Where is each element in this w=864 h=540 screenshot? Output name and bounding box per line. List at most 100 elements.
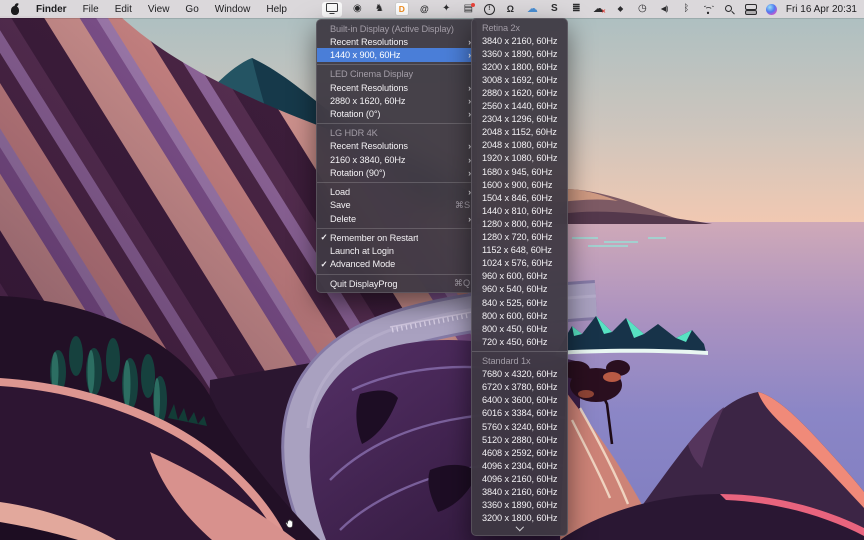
menu-item-label: Recent Resolutions	[330, 83, 408, 93]
resolution-item-2048-x-1080-60hz[interactable]: 2048 x 1080, 60Hz	[472, 139, 567, 152]
s-icon[interactable]: S	[548, 1, 561, 17]
resolution-item-4608-x-2592-60hz[interactable]: 4608 x 2592, 60Hz	[472, 446, 567, 459]
resolution-item-1280-x-720-60hz[interactable]: 1280 x 720, 60Hz	[472, 231, 567, 244]
at-icon[interactable]: @	[418, 1, 431, 17]
menubar-item-edit[interactable]: Edit	[115, 4, 132, 15]
displayprog-icon[interactable]: D	[395, 2, 409, 16]
menu-item-delete[interactable]: Delete›	[317, 212, 476, 225]
menu-item-2880-x-1620-60hz[interactable]: 2880 x 1620, 60Hz›	[317, 94, 476, 107]
resolution-item-1600-x-900-60hz[interactable]: 1600 x 900, 60Hz	[472, 178, 567, 191]
menu-item-load[interactable]: Load›	[317, 186, 476, 199]
volume-icon[interactable]: ◀)	[658, 1, 671, 17]
resolution-item-1680-x-945-60hz[interactable]: 1680 x 945, 60Hz	[472, 165, 567, 178]
menu-item-recent-resolutions[interactable]: Recent Resolutions›	[317, 140, 476, 153]
menu-item-label: Built-in Display (Active Display)	[330, 24, 454, 34]
menubar-item-view[interactable]: View	[148, 4, 170, 15]
menu-item-rotation-90[interactable]: Rotation (90°)›	[317, 166, 476, 179]
resolution-item-960-x-600-60hz[interactable]: 960 x 600, 60Hz	[472, 270, 567, 283]
menu-item-1440-x-900-60hz[interactable]: 1440 x 900, 60Hz›	[317, 48, 476, 61]
drop-icon[interactable]: ◆	[614, 1, 627, 17]
app-menu-finder[interactable]: Finder	[36, 4, 67, 15]
resolution-item-3008-x-1692-60hz[interactable]: 3008 x 1692, 60Hz	[472, 73, 567, 86]
menu-item-advanced-mode[interactable]: ✓Advanced Mode	[317, 258, 476, 271]
menubar-item-go[interactable]: Go	[185, 4, 198, 15]
resolution-item-800-x-450-60hz[interactable]: 800 x 450, 60Hz	[472, 322, 567, 335]
menu-item-label: LG HDR 4K	[330, 128, 378, 138]
alert-icon[interactable]: !	[484, 4, 495, 15]
resolution-item-1504-x-846-60hz[interactable]: 1504 x 846, 60Hz	[472, 191, 567, 204]
display-menubar-icon[interactable]	[322, 2, 342, 17]
cloud-icon[interactable]: ☁	[526, 1, 539, 17]
checkmark-icon: ✓	[321, 258, 328, 271]
resolution-item-2560-x-1440-60hz[interactable]: 2560 x 1440, 60Hz	[472, 100, 567, 113]
resolution-item-6720-x-3780-60hz[interactable]: 6720 x 3780, 60Hz	[472, 381, 567, 394]
menubar-clock[interactable]: Fri 16 Apr 20:31	[786, 4, 857, 15]
adobe-cc-icon[interactable]: ◉	[351, 1, 364, 17]
menu-item-label: Launch at Login	[330, 246, 394, 256]
resolution-item-2048-x-1152-60hz[interactable]: 2048 x 1152, 60Hz	[472, 126, 567, 139]
menu-item-quit-displayprog[interactable]: Quit DisplayProg⌘Q	[317, 277, 476, 290]
submenu-header-retina-2x: Retina 2x	[472, 21, 567, 34]
resolution-item-2880-x-1620-60hz[interactable]: 2880 x 1620, 60Hz	[472, 86, 567, 99]
menu-item-rotation-0[interactable]: Rotation (0°)›	[317, 107, 476, 120]
shortcut-label: ⌘Q	[454, 277, 470, 290]
menu-separator	[317, 64, 476, 65]
resolution-item-3840-x-2160-60hz[interactable]: 3840 x 2160, 60Hz	[472, 34, 567, 47]
resolution-item-3840-x-2160-60hz[interactable]: 3840 x 2160, 60Hz	[472, 485, 567, 498]
menu-item-label: 2880 x 1620, 60Hz	[330, 96, 405, 106]
resolution-item-5120-x-2880-60hz[interactable]: 5120 x 2880, 60Hz	[472, 433, 567, 446]
resolution-item-3360-x-1890-60hz[interactable]: 3360 x 1890, 60Hz	[472, 47, 567, 60]
menu-item-label: Delete	[330, 214, 356, 224]
menubar-item-help[interactable]: Help	[266, 4, 287, 15]
menu-item-2160-x-3840-60hz[interactable]: 2160 x 3840, 60Hz›	[317, 153, 476, 166]
menu-item-remember-on-restart[interactable]: ✓Remember on Restart	[317, 231, 476, 244]
bluetooth-icon[interactable]: ᛒ	[680, 1, 693, 17]
wifi-icon[interactable]	[702, 3, 714, 16]
resolution-item-1024-x-576-60hz[interactable]: 1024 x 576, 60Hz	[472, 257, 567, 270]
resolution-item-3200-x-1800-60hz[interactable]: 3200 x 1800, 60Hz	[472, 60, 567, 73]
disks-icon[interactable]: ≣	[570, 1, 583, 17]
displayprog-menu: Built-in Display (Active Display)Recent …	[316, 19, 477, 293]
clock-icon[interactable]: ◷	[636, 1, 649, 17]
bird-icon[interactable]: ♞	[373, 1, 386, 17]
scroll-more-chevron-icon[interactable]	[472, 525, 567, 533]
menu-header-led-cinema-display: LED Cinema Display	[317, 68, 476, 81]
resolution-item-1280-x-800-60hz[interactable]: 1280 x 800, 60Hz	[472, 217, 567, 230]
menu-item-label: Advanced Mode	[330, 259, 395, 269]
search-icon[interactable]	[723, 2, 735, 16]
resolution-item-4096-x-2304-60hz[interactable]: 4096 x 2304, 60Hz	[472, 459, 567, 472]
notes-icon[interactable]: ▤	[462, 1, 475, 17]
resolution-item-1152-x-648-60hz[interactable]: 1152 x 648, 60Hz	[472, 244, 567, 257]
resolution-item-5760-x-3240-60hz[interactable]: 5760 x 3240, 60Hz	[472, 420, 567, 433]
resolution-item-1440-x-810-60hz[interactable]: 1440 x 810, 60Hz	[472, 204, 567, 217]
menu-item-label: Recent Resolutions	[330, 37, 408, 47]
menu-separator	[317, 123, 476, 124]
cloud-x-icon[interactable]: ☁	[592, 1, 605, 17]
crosshair-icon[interactable]: ✦	[440, 1, 453, 17]
menubar-item-window[interactable]: Window	[215, 4, 251, 15]
menubar-item-file[interactable]: File	[83, 4, 99, 15]
input-switcher-icon[interactable]	[744, 1, 757, 17]
menu-item-recent-resolutions[interactable]: Recent Resolutions›	[317, 81, 476, 94]
resolution-item-6016-x-3384-60hz[interactable]: 6016 x 3384, 60Hz	[472, 407, 567, 420]
resolution-item-960-x-540-60hz[interactable]: 960 x 540, 60Hz	[472, 283, 567, 296]
resolution-item-6400-x-3600-60hz[interactable]: 6400 x 3600, 60Hz	[472, 394, 567, 407]
menu-item-label: 2160 x 3840, 60Hz	[330, 155, 405, 165]
mouse-cursor	[284, 517, 297, 530]
resolution-item-4096-x-2160-60hz[interactable]: 4096 x 2160, 60Hz	[472, 472, 567, 485]
menu-item-launch-at-login[interactable]: Launch at Login	[317, 245, 476, 258]
resolution-item-840-x-525-60hz[interactable]: 840 x 525, 60Hz	[472, 296, 567, 309]
resolution-item-800-x-600-60hz[interactable]: 800 x 600, 60Hz	[472, 309, 567, 322]
resolution-item-2304-x-1296-60hz[interactable]: 2304 x 1296, 60Hz	[472, 113, 567, 126]
siri-icon[interactable]	[766, 4, 777, 15]
resolution-item-1920-x-1080-60hz[interactable]: 1920 x 1080, 60Hz	[472, 152, 567, 165]
menu-item-save[interactable]: Save⌘S	[317, 199, 476, 212]
resolution-item-7680-x-4320-60hz[interactable]: 7680 x 4320, 60Hz	[472, 368, 567, 381]
resolution-item-3360-x-1890-60hz[interactable]: 3360 x 1890, 60Hz	[472, 499, 567, 512]
resolution-item-720-x-450-60hz[interactable]: 720 x 450, 60Hz	[472, 335, 567, 348]
shortcut-label: ⌘S	[455, 199, 470, 212]
menu-item-recent-resolutions[interactable]: Recent Resolutions›	[317, 35, 476, 48]
apple-menu-icon[interactable]	[10, 3, 20, 16]
menu-item-label: 1440 x 900, 60Hz	[330, 50, 400, 60]
magnet-icon[interactable]: Ω	[504, 1, 517, 17]
